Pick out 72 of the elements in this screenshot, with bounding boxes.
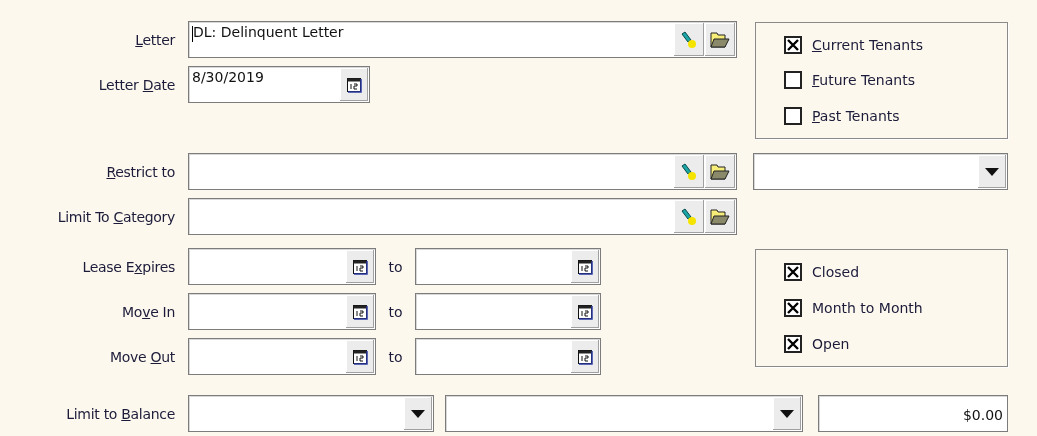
date-value: 8/30/2019 [191,68,265,85]
date-field[interactable] [415,293,601,330]
field-label: Move In [122,303,175,320]
field-label: Letter Date [98,76,175,93]
field-value: DL: Delinquent Letter [192,23,345,40]
flashlight-icon [680,30,698,49]
checkbox-label: Past Tenants [812,108,900,125]
checkbox-label: Current Tenants [812,36,923,53]
lookup-field[interactable]: DL: Delinquent Letter [188,21,737,58]
flashlight-icon [680,207,698,226]
range-separator: to [387,302,404,322]
calendar-button[interactable] [571,340,599,373]
date-field[interactable] [188,293,376,330]
checkbox-label: Future Tenants [812,72,915,89]
dropdown-arrow-icon [780,409,794,418]
dropdown-field[interactable] [753,153,1008,190]
calendar-icon [352,348,368,365]
calendar-icon [577,303,593,320]
folder-icon [710,207,730,226]
dropdown-button[interactable] [978,155,1006,188]
field-label: Lease Expires [82,258,175,275]
checkbox-label: Closed [812,264,860,280]
checkbox[interactable] [784,263,802,281]
lookup-field[interactable] [188,198,737,235]
calendar-button[interactable] [340,68,368,101]
checkbox[interactable] [784,299,802,317]
search-button[interactable] [674,155,704,188]
checkbox[interactable] [784,35,802,54]
dropdown-button[interactable] [773,397,801,430]
dropdown-arrow-icon [411,409,425,418]
checkbox[interactable] [784,71,802,90]
date-field[interactable] [415,338,601,375]
amount-field[interactable]: $0.00 [818,395,1008,432]
calendar-button[interactable] [346,250,374,283]
flashlight-icon [680,162,698,181]
calendar-button[interactable] [571,250,599,283]
calendar-button[interactable] [346,295,374,328]
dropdown-field[interactable] [445,395,803,432]
calendar-icon [577,348,593,365]
calendar-icon [346,76,362,93]
field-label: Letter [135,31,175,48]
date-field[interactable]: 8/30/2019 [188,66,370,103]
calendar-icon [352,303,368,320]
browse-button[interactable] [705,200,735,233]
range-separator: to [387,257,404,277]
dropdown-field[interactable] [188,395,434,432]
calendar-icon [577,258,593,275]
checkbox-label: Month to Month [812,300,923,316]
lookup-field[interactable] [188,153,737,190]
calendar-button[interactable] [346,340,374,373]
amount-value: $0.00 [961,405,1004,423]
folder-icon [710,162,730,181]
range-separator: to [387,347,404,367]
field-label: Restrict to [106,163,175,180]
calendar-icon [352,258,368,275]
checkbox[interactable] [784,107,802,126]
date-field[interactable] [188,248,376,285]
field-label: Move Out [110,348,175,365]
dropdown-button[interactable] [404,397,432,430]
calendar-button[interactable] [571,295,599,328]
folder-icon [710,30,730,49]
browse-button[interactable] [705,155,735,188]
search-button[interactable] [674,200,704,233]
field-label: Limit to Balance [66,405,175,422]
field-label: Limit To Category [57,208,175,225]
date-field[interactable] [188,338,376,375]
browse-button[interactable] [705,23,735,56]
dropdown-arrow-icon [985,167,999,176]
checkbox[interactable] [784,335,802,353]
search-button[interactable] [674,23,704,56]
date-field[interactable] [415,248,601,285]
checkbox-label: Open [812,336,850,352]
